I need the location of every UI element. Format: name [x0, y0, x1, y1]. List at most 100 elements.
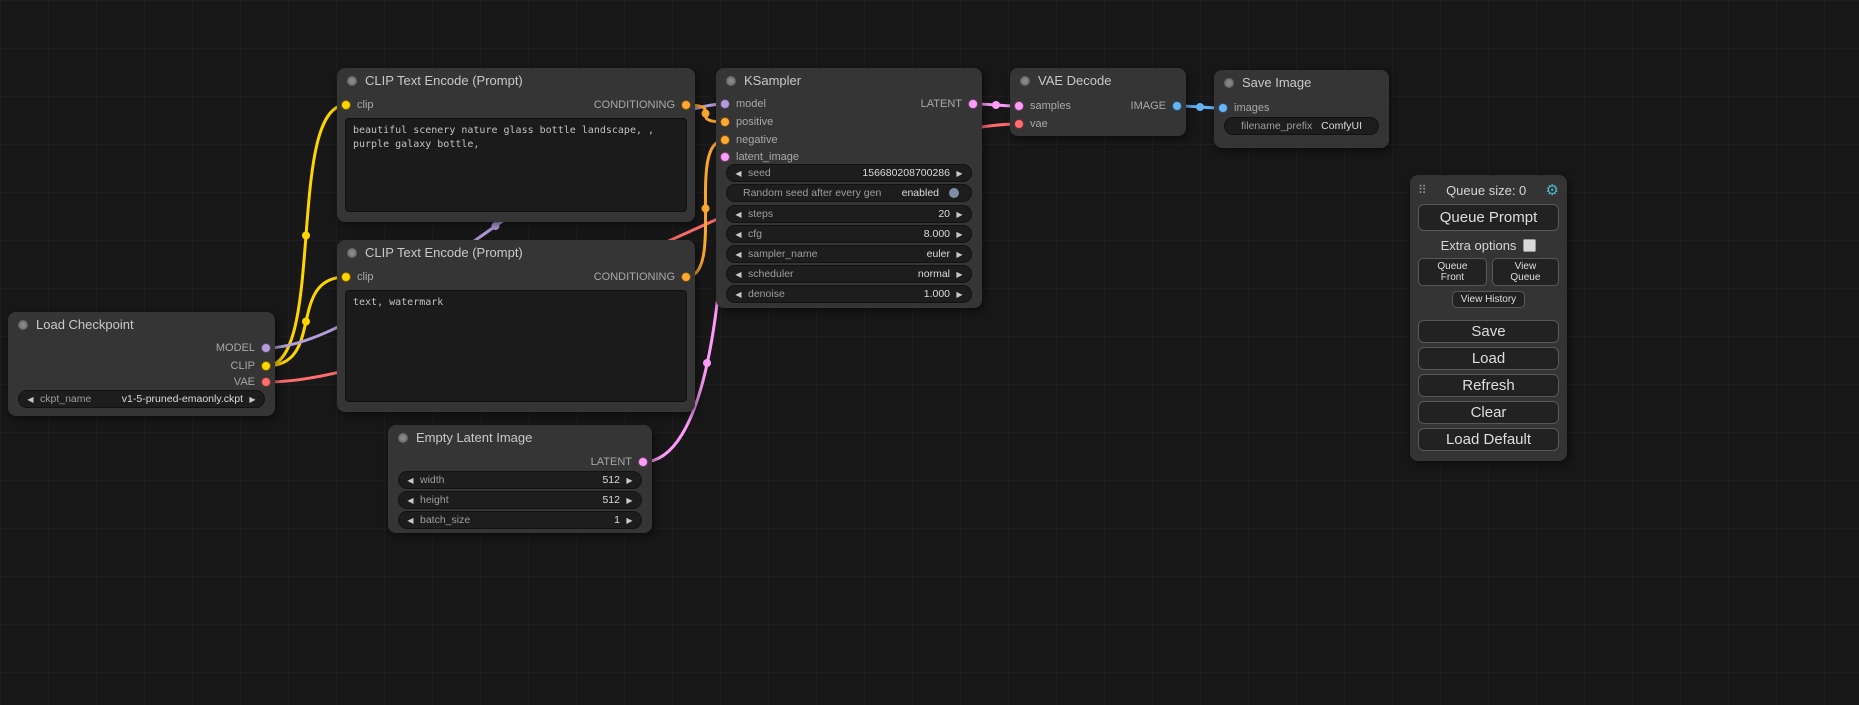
node-load-checkpoint[interactable]: Load Checkpoint MODEL CLIP VAE ◀ ckpt_na… — [8, 312, 275, 416]
latent-output-port[interactable] — [638, 457, 648, 467]
decrement-arrow-icon[interactable]: ◀ — [733, 230, 744, 239]
input-row-negative: negative — [720, 133, 778, 147]
increment-arrow-icon[interactable]: ▶ — [954, 290, 965, 299]
steps-widget[interactable]: ◀ steps 20 ▶ — [726, 205, 972, 223]
view-queue-button[interactable]: View Queue — [1492, 258, 1559, 286]
negative-input-port[interactable] — [720, 135, 730, 145]
model-output-port[interactable] — [261, 343, 271, 353]
clip-input-port[interactable] — [341, 272, 351, 282]
increment-arrow-icon[interactable]: ▶ — [954, 169, 965, 178]
increment-arrow-icon[interactable]: ▶ — [624, 516, 635, 525]
node-titlebar[interactable]: Empty Latent Image — [388, 425, 652, 450]
output-row-clip: CLIP — [231, 359, 271, 373]
latent-image-input-port[interactable] — [720, 152, 730, 162]
decrement-arrow-icon[interactable]: ◀ — [405, 496, 416, 505]
increment-arrow-icon[interactable]: ▶ — [624, 496, 635, 505]
node-ksampler[interactable]: KSampler model positive negative latent_… — [716, 68, 982, 308]
node-titlebar[interactable]: VAE Decode — [1010, 68, 1186, 93]
ckpt-name-widget[interactable]: ◀ ckpt_name v1-5-pruned-emaonly.ckpt ▶ — [18, 390, 265, 408]
widget-label: ckpt_name — [40, 393, 91, 405]
node-titlebar[interactable]: CLIP Text Encode (Prompt) — [337, 68, 695, 93]
filename-prefix-widget[interactable]: filename_prefix ComfyUI — [1224, 117, 1379, 135]
collapse-dot-icon[interactable] — [1020, 76, 1030, 86]
clip-input-port[interactable] — [341, 100, 351, 110]
node-clip-text-encode-negative[interactable]: CLIP Text Encode (Prompt) clip CONDITION… — [337, 240, 695, 412]
node-title: KSampler — [744, 73, 801, 88]
node-titlebar[interactable]: Load Checkpoint — [8, 312, 275, 337]
cfg-widget[interactable]: ◀ cfg 8.000 ▶ — [726, 225, 972, 243]
node-titlebar[interactable]: KSampler — [716, 68, 982, 93]
output-row-model: MODEL — [216, 341, 271, 355]
graph-canvas[interactable]: { "colors": { "model": "#B39DDB", "clip"… — [0, 0, 1859, 705]
extra-options-row: Extra options — [1418, 238, 1559, 253]
clear-button[interactable]: Clear — [1418, 401, 1559, 424]
widget-label: sampler_name — [748, 248, 817, 260]
latent-output-port[interactable] — [968, 99, 978, 109]
batch-size-widget[interactable]: ◀ batch_size 1 ▶ — [398, 511, 642, 529]
node-vae-decode[interactable]: VAE Decode samples vae IMAGE — [1010, 68, 1186, 136]
port-label: CONDITIONING — [594, 271, 675, 283]
decrement-arrow-icon[interactable]: ◀ — [25, 395, 36, 404]
increment-arrow-icon[interactable]: ▶ — [954, 270, 965, 279]
images-input-port[interactable] — [1218, 103, 1228, 113]
increment-arrow-icon[interactable]: ▶ — [954, 230, 965, 239]
decrement-arrow-icon[interactable]: ◀ — [733, 270, 744, 279]
positive-prompt-textarea[interactable]: beautiful scenery nature glass bottle la… — [345, 118, 687, 212]
port-label: MODEL — [216, 342, 255, 354]
collapse-dot-icon[interactable] — [726, 76, 736, 86]
positive-input-port[interactable] — [720, 117, 730, 127]
image-output-port[interactable] — [1172, 101, 1182, 111]
decrement-arrow-icon[interactable]: ◀ — [733, 169, 744, 178]
clip-output-port[interactable] — [261, 361, 271, 371]
vae-input-port[interactable] — [1014, 119, 1024, 129]
decrement-arrow-icon[interactable]: ◀ — [405, 476, 416, 485]
node-save-image[interactable]: Save Image images filename_prefix ComfyU… — [1214, 70, 1389, 148]
increment-arrow-icon[interactable]: ▶ — [624, 476, 635, 485]
refresh-button[interactable]: Refresh — [1418, 374, 1559, 397]
decrement-arrow-icon[interactable]: ◀ — [733, 210, 744, 219]
collapse-dot-icon[interactable] — [347, 76, 357, 86]
node-titlebar[interactable]: CLIP Text Encode (Prompt) — [337, 240, 695, 265]
node-clip-text-encode-positive[interactable]: CLIP Text Encode (Prompt) clip CONDITION… — [337, 68, 695, 222]
vae-output-port[interactable] — [261, 377, 271, 387]
increment-arrow-icon[interactable]: ▶ — [954, 210, 965, 219]
increment-arrow-icon[interactable]: ▶ — [247, 395, 258, 404]
conditioning-output-port[interactable] — [681, 100, 691, 110]
collapse-dot-icon[interactable] — [347, 248, 357, 258]
view-history-button[interactable]: View History — [1452, 291, 1525, 308]
width-widget[interactable]: ◀ width 512 ▶ — [398, 471, 642, 489]
increment-arrow-icon[interactable]: ▶ — [954, 250, 965, 259]
workflow-buttons-group: Save Load Refresh Clear Load Default — [1418, 320, 1559, 451]
settings-gear-icon[interactable]: ⚙ — [1546, 181, 1559, 199]
extra-options-checkbox[interactable] — [1523, 239, 1536, 252]
save-button[interactable]: Save — [1418, 320, 1559, 343]
collapse-dot-icon[interactable] — [398, 433, 408, 443]
decrement-arrow-icon[interactable]: ◀ — [733, 250, 744, 259]
sampler-name-widget[interactable]: ◀ sampler_name euler ▶ — [726, 245, 972, 263]
queue-front-button[interactable]: Queue Front — [1418, 258, 1487, 286]
decrement-arrow-icon[interactable]: ◀ — [405, 516, 416, 525]
random-seed-toggle-widget[interactable]: Random seed after every gen enabled — [726, 184, 972, 202]
model-input-port[interactable] — [720, 99, 730, 109]
height-widget[interactable]: ◀ height 512 ▶ — [398, 491, 642, 509]
queue-prompt-button[interactable]: Queue Prompt — [1418, 204, 1559, 231]
widget-value: 512 — [449, 494, 620, 506]
collapse-dot-icon[interactable] — [18, 320, 28, 330]
collapse-dot-icon[interactable] — [1224, 78, 1234, 88]
samples-input-port[interactable] — [1014, 101, 1024, 111]
scheduler-widget[interactable]: ◀ scheduler normal ▶ — [726, 265, 972, 283]
seed-widget[interactable]: ◀ seed 156680208700286 ▶ — [726, 164, 972, 182]
load-default-button[interactable]: Load Default — [1418, 428, 1559, 451]
wire-midpoint-dot — [302, 232, 310, 240]
toggle-knob[interactable] — [949, 188, 959, 198]
load-button[interactable]: Load — [1418, 347, 1559, 370]
negative-prompt-textarea[interactable]: text, watermark — [345, 290, 687, 402]
denoise-widget[interactable]: ◀ denoise 1.000 ▶ — [726, 285, 972, 303]
node-empty-latent-image[interactable]: Empty Latent Image LATENT ◀ width 512 ▶ … — [388, 425, 652, 533]
conditioning-output-port[interactable] — [681, 272, 691, 282]
drag-handle-icon[interactable]: ⠿ — [1418, 183, 1427, 197]
decrement-arrow-icon[interactable]: ◀ — [733, 290, 744, 299]
output-row-image: IMAGE — [1131, 99, 1182, 113]
node-titlebar[interactable]: Save Image — [1214, 70, 1389, 95]
input-row-latent-image: latent_image — [720, 150, 799, 164]
